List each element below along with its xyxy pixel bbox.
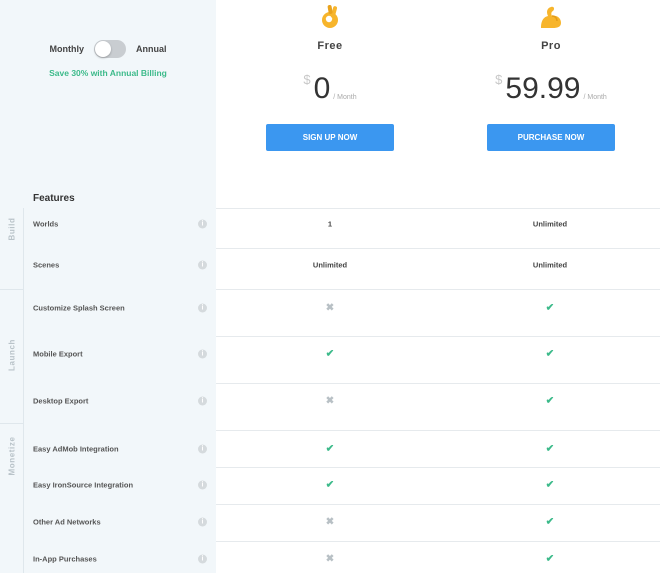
purchase-button[interactable]: PURCHASE NOW <box>487 124 615 151</box>
free-plan-value: Unlimited <box>312 260 348 270</box>
price-period: / Month <box>583 94 607 101</box>
feature-label: Worlds <box>33 219 59 229</box>
pro-plan-value: Unlimited <box>532 219 568 229</box>
cross-icon: ✖ <box>325 516 335 528</box>
check-icon: ✔ <box>545 516 555 528</box>
feature-label: Customize Splash Screen <box>33 303 125 313</box>
ok-hand-icon <box>240 0 420 30</box>
feature-label: Scenes <box>33 260 60 270</box>
info-icon[interactable]: i <box>198 444 207 454</box>
info-icon[interactable]: i <box>198 219 207 229</box>
feature-group-rail <box>0 208 24 573</box>
price: $ 59.99 / Month <box>461 70 641 104</box>
group-separator <box>0 289 24 290</box>
row-divider <box>216 208 660 209</box>
row-divider <box>216 467 660 468</box>
feature-label: Other Ad Networks <box>33 517 101 527</box>
feature-label: Easy IronSource Integration <box>33 480 134 490</box>
check-icon: ✔ <box>325 479 335 491</box>
feature-label: Desktop Export <box>33 396 89 406</box>
check-icon: ✔ <box>545 395 555 407</box>
billing-period-toggle[interactable] <box>94 40 126 58</box>
plan-name: Pro <box>541 40 561 52</box>
feature-label: In-App Purchases <box>33 554 97 564</box>
row-divider <box>216 289 660 290</box>
annual-savings-note: Save 30% with Annual Billing <box>49 68 167 78</box>
check-icon: ✔ <box>545 302 555 314</box>
check-icon: ✔ <box>545 479 555 491</box>
pro-plan-value: Unlimited <box>532 260 568 270</box>
check-icon: ✔ <box>545 443 555 455</box>
cross-icon: ✖ <box>325 302 335 314</box>
info-icon[interactable]: i <box>198 480 207 490</box>
row-divider <box>216 504 660 505</box>
row-divider <box>216 336 660 337</box>
info-icon[interactable]: i <box>198 517 207 527</box>
check-icon: ✔ <box>325 348 335 360</box>
plan-free: Free $ 0 / Month SIGN UP NOW <box>240 0 420 151</box>
sign-up-button[interactable]: SIGN UP NOW <box>266 124 394 151</box>
currency-symbol: $ <box>495 72 503 87</box>
cross-icon: ✖ <box>325 395 335 407</box>
free-plan-value: 1 <box>327 219 333 229</box>
info-icon[interactable]: i <box>198 349 207 359</box>
billing-toggle-group: Monthly Annual Save 30% with Annual Bill… <box>0 40 216 78</box>
info-icon[interactable]: i <box>198 554 207 564</box>
features-heading: Features <box>33 193 75 204</box>
cross-icon: ✖ <box>325 553 335 565</box>
feature-label: Easy AdMob Integration <box>33 444 119 454</box>
check-icon: ✔ <box>325 443 335 455</box>
row-divider <box>216 541 660 542</box>
price: $ 0 / Month <box>240 70 420 104</box>
group-separator <box>0 423 24 424</box>
annual-label[interactable]: Annual <box>136 44 167 54</box>
info-icon[interactable]: i <box>198 260 207 270</box>
monthly-label[interactable]: Monthly <box>50 44 85 54</box>
info-icon[interactable]: i <box>198 396 207 406</box>
row-divider <box>216 430 660 431</box>
price-amount: 0 <box>313 72 331 105</box>
row-divider <box>216 248 660 249</box>
price-period: / Month <box>333 94 357 101</box>
price-amount: 59.99 <box>505 72 581 105</box>
check-icon: ✔ <box>545 348 555 360</box>
feature-label: Mobile Export <box>33 349 83 359</box>
group-label-launch: Launch <box>7 338 17 372</box>
toggle-knob <box>95 41 111 57</box>
flexed-biceps-icon <box>461 0 641 30</box>
row-divider <box>216 383 660 384</box>
info-icon[interactable]: i <box>198 303 207 313</box>
plan-name: Free <box>317 40 343 52</box>
group-label-monetize: Monetize <box>7 436 17 476</box>
plan-pro: Pro $ 59.99 / Month PURCHASE NOW <box>461 0 641 151</box>
currency-symbol: $ <box>303 72 311 87</box>
check-icon: ✔ <box>545 553 555 565</box>
group-label-build: Build <box>7 217 17 241</box>
